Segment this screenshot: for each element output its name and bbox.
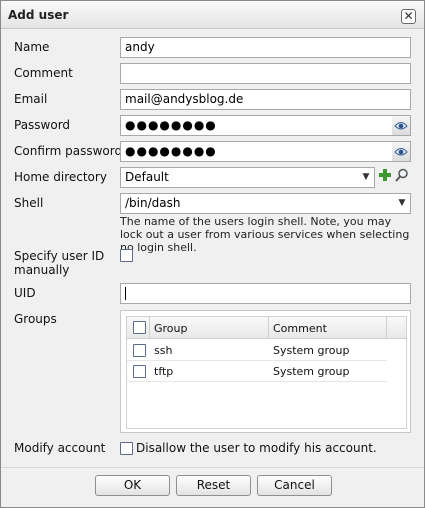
reveal-confirm-password-button[interactable] [392,141,411,162]
select-all-groups-checkbox[interactable] [133,321,146,334]
footer-divider [1,467,424,468]
groups-panel: Group Comment ssh System group tftp Syst… [120,310,411,433]
name-input[interactable]: andy [120,37,411,58]
group-comment: System group [273,365,350,378]
uid-label: UID [14,286,36,300]
add-user-dialog: Add user ✕ Name andy Comment Email mail@… [0,0,425,508]
group-name: ssh [154,344,173,357]
groups-label: Groups [14,312,57,326]
email-label: Email [14,92,48,106]
magnifier-icon [395,168,408,182]
close-button[interactable]: ✕ [401,9,416,24]
specify-uid-label-line1: Specify user ID [14,249,105,263]
column-divider [268,317,269,339]
disallow-modify-checkbox-label[interactable]: Disallow the user to modify his account. [136,441,377,455]
groups-grid-header: Group Comment [127,317,406,339]
home-directory-label: Home directory [14,170,107,184]
table-row[interactable]: tftp System group [127,361,387,382]
password-label: Password [14,118,71,132]
eye-icon [394,148,408,156]
password-input[interactable]: ●●●●●●●● [120,115,393,136]
column-divider [386,317,387,339]
disallow-modify-checkbox[interactable] [120,442,133,455]
shell-select[interactable]: /bin/dash ▼ [120,193,411,214]
column-divider [149,317,150,339]
reset-button[interactable]: Reset [176,475,251,496]
chevron-down-icon: ▼ [362,172,370,182]
reveal-password-button[interactable] [392,115,411,136]
uid-input[interactable] [120,283,411,304]
shell-value: /bin/dash [125,196,181,210]
ok-button[interactable]: OK [95,475,170,496]
green-plus-icon [379,169,391,181]
home-directory-value: Default [125,170,169,184]
group-column-header[interactable]: Group [154,322,188,335]
add-directory-button[interactable] [377,168,393,186]
groups-grid: Group Comment ssh System group tftp Syst… [126,316,407,429]
browse-directory-button[interactable] [394,168,410,186]
close-icon: ✕ [403,9,414,23]
table-row[interactable]: ssh System group [127,340,387,361]
group-name: tftp [154,365,174,378]
specify-uid-label-line2: manually [14,263,70,277]
email-input[interactable]: mail@andysblog.de [120,89,411,110]
comment-column-header[interactable]: Comment [273,322,327,335]
group-row-checkbox[interactable] [133,344,146,357]
confirm-password-label: Confirm password [14,144,123,158]
dialog-title: Add user [8,8,69,22]
specify-uid-checkbox[interactable] [120,249,133,262]
group-row-checkbox[interactable] [133,365,146,378]
dialog-titlebar: Add user ✕ [1,1,424,29]
group-comment: System group [273,344,350,357]
home-directory-select[interactable]: Default ▼ [120,167,375,188]
name-label: Name [14,40,50,54]
shell-hint: The name of the users login shell. Note,… [120,215,410,254]
text-cursor [125,287,126,300]
eye-icon [394,122,408,130]
chevron-down-icon: ▼ [398,198,406,208]
comment-input[interactable] [120,63,411,84]
cancel-button[interactable]: Cancel [257,475,332,496]
confirm-password-input[interactable]: ●●●●●●●● [120,141,393,162]
shell-label: Shell [14,196,44,210]
comment-label: Comment [14,66,73,80]
modify-account-label: Modify account [14,441,106,455]
